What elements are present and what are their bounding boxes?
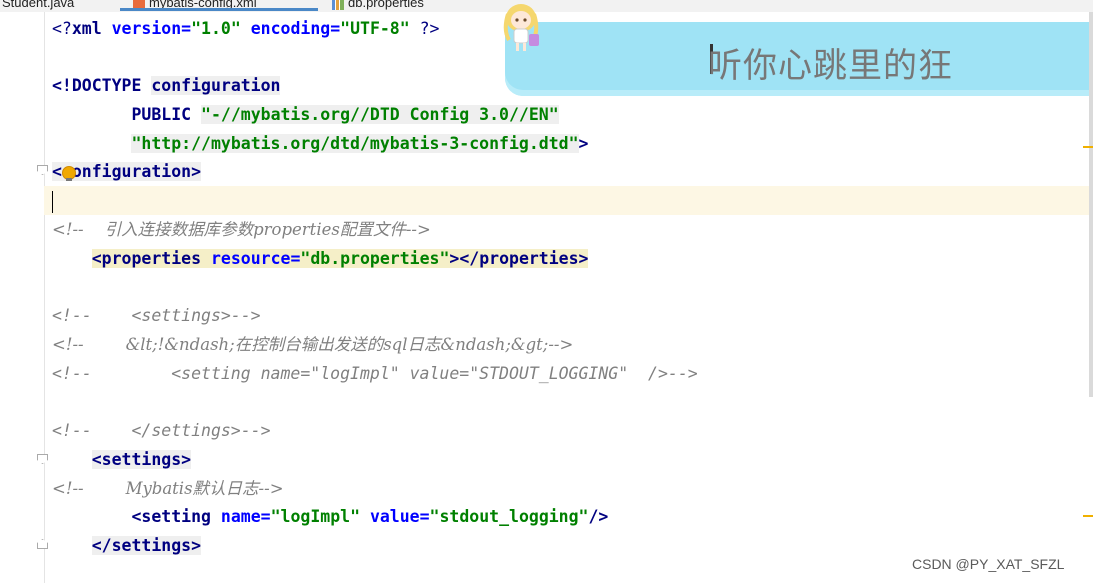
code-editor[interactable]: <?xml version="1.0" encoding="UTF-8" ?> … [44, 12, 1093, 583]
code-line-9: <properties resource="db.properties"></p… [91, 249, 589, 268]
tab-db-properties[interactable]: db.properties [332, 0, 424, 12]
code-line-7-current[interactable] [44, 186, 1093, 215]
code-line-11: <!-- <settings>--> [52, 306, 261, 325]
code-line-15: <!-- </settings>--> [52, 421, 271, 440]
properties-file-icon [332, 0, 344, 10]
code-line-8: <!-- 引入连接数据库参数properties配置文件--> [52, 220, 431, 239]
code-line-16: <settings> [91, 450, 192, 469]
code-line-13: <!-- <setting name="logImpl" value="STDO… [52, 364, 698, 383]
warning-marker[interactable] [1083, 146, 1093, 148]
vertical-scrollbar[interactable] [1089, 12, 1093, 397]
code-line-5: "http://mybatis.org/dtd/mybatis-3-config… [131, 134, 589, 153]
warning-marker[interactable] [1083, 515, 1093, 517]
code-line-17: <!-- Mybatis默认日志--> [52, 479, 284, 498]
mascot-character-icon [503, 4, 539, 51]
tab-student-java[interactable]: Student.java [2, 0, 74, 12]
watermark: CSDN @PY_XAT_SFZL [912, 556, 1065, 572]
code-line-4: PUBLIC "-//mybatis.org//DTD Config 3.0//… [131, 105, 559, 124]
code-line-12: <!-- &lt;!&ndash;在控制台输出发送的sql日志&ndash;&g… [52, 335, 574, 354]
code-line-18: <setting name="logImpl" value="stdout_lo… [131, 507, 609, 526]
code-line-6: <configuration> [52, 162, 202, 181]
text-caret [52, 190, 53, 213]
intention-lightbulb-icon[interactable] [62, 166, 76, 181]
banner-text: 听你心跳里的狂 [708, 46, 953, 86]
active-tab-indicator [120, 8, 318, 11]
editor-gutter [0, 12, 48, 583]
